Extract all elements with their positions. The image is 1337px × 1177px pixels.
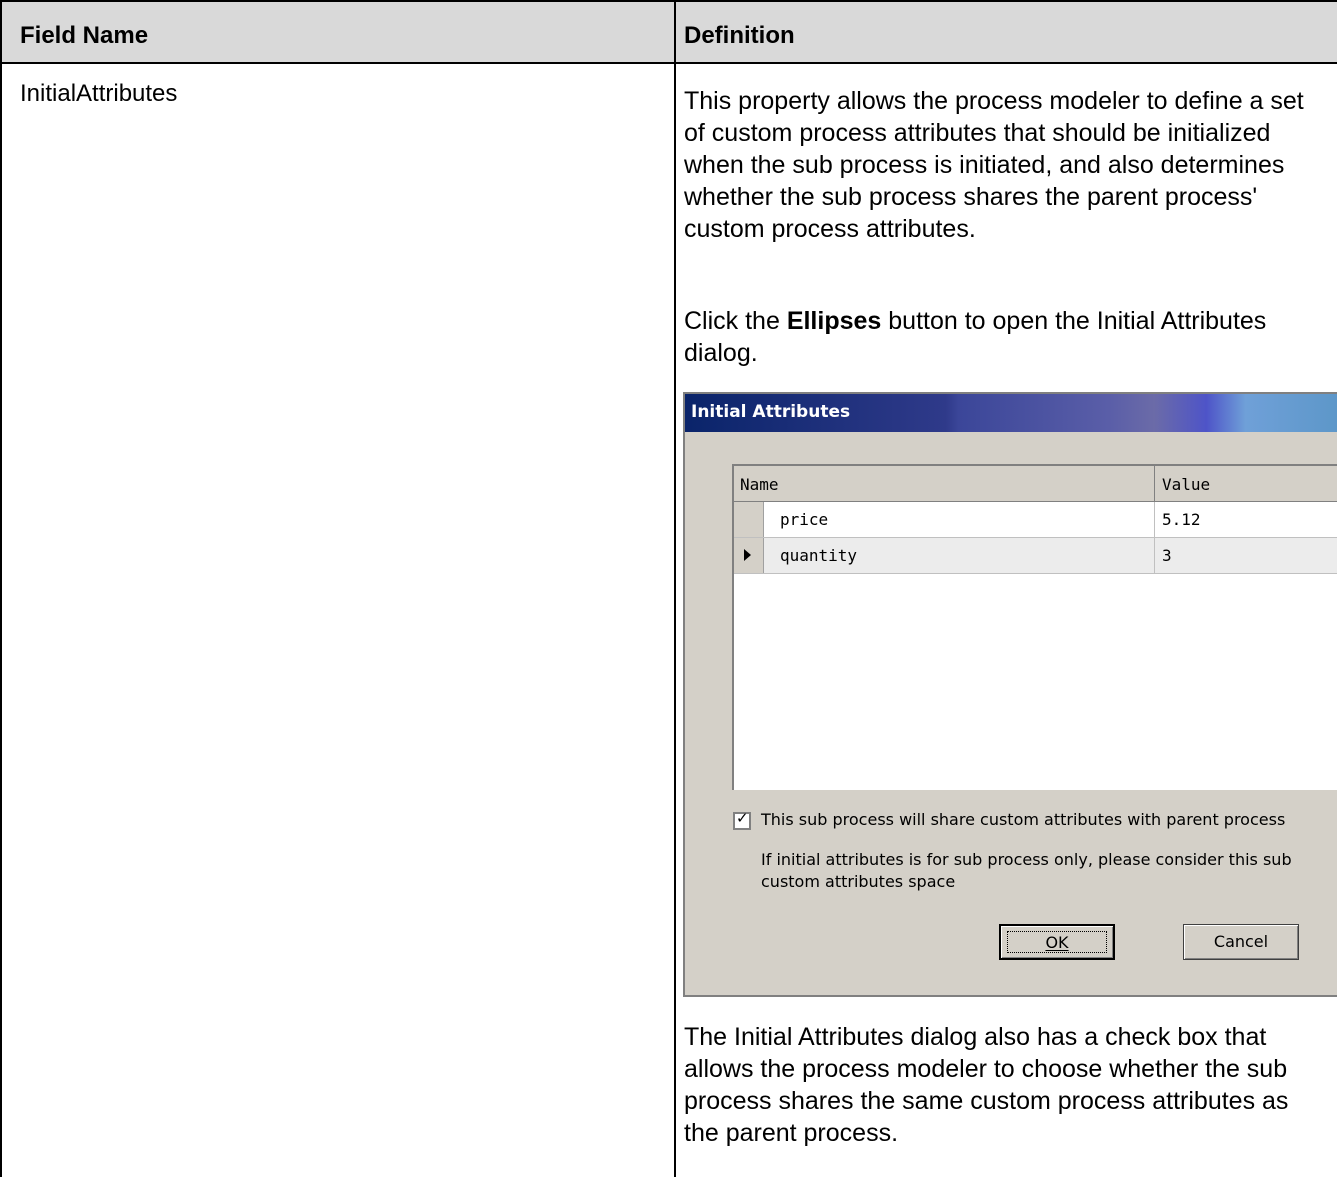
dialog-title: Initial Attributes — [691, 402, 851, 422]
share-attributes-checkbox[interactable]: ✓ — [733, 810, 751, 830]
attribute-value-cell[interactable]: 3 — [1162, 546, 1172, 565]
dialog-title-bar[interactable]: Initial Attributes — [685, 394, 1337, 432]
attribute-name-cell[interactable]: quantity — [780, 546, 857, 565]
info-text-line-2: custom attributes space — [761, 872, 956, 891]
table-row[interactable]: price 5.12 — [734, 502, 1337, 538]
current-row-arrow-icon — [744, 549, 751, 561]
cell-separator — [1154, 502, 1155, 538]
definition-paragraph-1: This property allows the process modeler… — [684, 87, 1304, 243]
grid-header: Name Value — [734, 466, 1337, 502]
attribute-name-cell[interactable]: price — [780, 510, 828, 529]
ellipses-term: Ellipses — [786, 307, 882, 335]
header-definition: Definition — [684, 22, 795, 49]
attribute-value-cell[interactable]: 5.12 — [1162, 510, 1201, 529]
attributes-grid[interactable]: Name Value price 5.12 quantity 3 — [732, 464, 1337, 790]
column-header-name[interactable]: Name — [740, 475, 779, 494]
table-row[interactable]: quantity 3 — [734, 538, 1337, 574]
field-definition-table: Field Name Definition InitialAttributes … — [0, 0, 1337, 1177]
cell-separator — [1154, 538, 1155, 574]
table-column-divider — [674, 0, 676, 1177]
row-selector[interactable] — [734, 502, 764, 537]
ok-button[interactable]: OK — [999, 924, 1115, 960]
initial-attributes-dialog: Initial Attributes Name Value price 5.12… — [683, 392, 1337, 997]
cancel-button[interactable]: Cancel — [1183, 924, 1299, 960]
row-selector[interactable] — [734, 538, 764, 573]
checkmark-icon: ✓ — [736, 810, 749, 827]
header-field-name: Field Name — [20, 22, 149, 49]
cancel-button-label: Cancel — [1213, 932, 1269, 951]
field-name-cell: InitialAttributes — [20, 80, 178, 107]
column-separator — [1154, 466, 1155, 502]
column-header-value[interactable]: Value — [1162, 475, 1210, 494]
table-header-row: Field Name Definition — [0, 0, 1337, 64]
share-attributes-label[interactable]: This sub process will share custom attri… — [761, 810, 1285, 829]
focus-rectangle — [1007, 931, 1107, 953]
definition-paragraph-3: The Initial Attributes dialog also has a… — [684, 1023, 1289, 1147]
definition-paragraph-2: Click the Ellipses button to open the In… — [684, 307, 1267, 367]
info-text-line-1: If initial attributes is for sub process… — [761, 850, 1292, 869]
table-left-border — [0, 0, 2, 1177]
